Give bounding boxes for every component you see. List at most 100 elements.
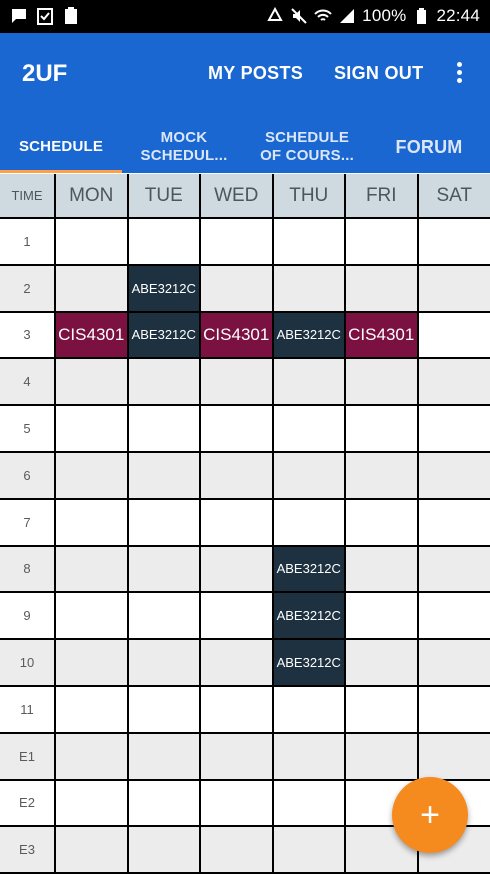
period-label: E2 [0,780,56,828]
empty-slot[interactable] [128,219,201,266]
empty-slot[interactable] [128,733,201,781]
empty-slot[interactable] [346,453,419,500]
empty-slot[interactable] [418,593,490,641]
period-label: 10 [0,640,56,687]
period-label: 1 [0,219,56,266]
course-block[interactable]: ABE3212C [128,312,201,360]
empty-slot[interactable] [273,780,346,828]
course-block[interactable]: CIS4301 [201,312,274,360]
empty-slot[interactable] [201,733,274,781]
empty-slot[interactable] [418,453,490,500]
empty-slot[interactable] [273,265,346,313]
empty-slot[interactable] [346,406,419,453]
empty-slot[interactable] [56,265,129,313]
empty-slot[interactable] [273,406,346,453]
empty-slot[interactable] [128,453,201,500]
empty-slot[interactable] [201,780,274,828]
empty-slot[interactable] [56,453,129,500]
empty-slot[interactable] [56,359,129,407]
header-fri: FRI [346,174,419,219]
empty-slot[interactable] [418,687,490,734]
empty-slot[interactable] [418,265,490,313]
tab-mock-schedule[interactable]: MOCK SCHEDUL... [122,121,246,173]
my-posts-button[interactable]: MY POSTS [208,63,303,84]
empty-slot[interactable] [418,546,490,594]
empty-slot[interactable] [273,219,346,266]
empty-slot[interactable] [273,359,346,407]
period-label: 2 [0,265,56,313]
empty-slot[interactable] [346,359,419,407]
tab-schedule[interactable]: SCHEDULE [0,121,122,173]
empty-slot[interactable] [56,219,129,266]
empty-slot[interactable] [56,593,129,641]
empty-slot[interactable] [346,265,419,313]
overflow-menu-icon[interactable] [449,59,469,89]
tab-label: SCHEDULE [18,138,104,155]
empty-slot[interactable] [201,687,274,734]
empty-slot[interactable] [418,312,490,360]
empty-slot[interactable] [346,593,419,641]
empty-slot[interactable] [346,546,419,594]
empty-slot[interactable] [201,499,274,547]
course-block[interactable]: ABE3212C [128,265,201,313]
empty-slot[interactable] [273,733,346,781]
tab-schedule-of-courses[interactable]: SCHEDULE OF COURS... [246,121,368,173]
empty-slot[interactable] [418,359,490,407]
empty-slot[interactable] [346,687,419,734]
empty-slot[interactable] [346,219,419,266]
tab-forum[interactable]: FORUM [368,121,490,173]
empty-slot[interactable] [128,640,201,687]
header-sat: SAT [418,174,490,219]
empty-slot[interactable] [346,640,419,687]
empty-slot[interactable] [273,499,346,547]
empty-slot[interactable] [346,733,419,781]
course-block[interactable]: ABE3212C [273,593,346,641]
empty-slot[interactable] [128,827,201,875]
add-button[interactable]: + [392,777,468,853]
empty-slot[interactable] [128,593,201,641]
course-block[interactable]: ABE3212C [273,312,346,360]
empty-slot[interactable] [201,546,274,594]
battery-icon [417,8,427,24]
sign-out-button[interactable]: SIGN OUT [334,63,423,84]
empty-slot[interactable] [56,733,129,781]
empty-slot[interactable] [273,687,346,734]
empty-slot[interactable] [128,406,201,453]
course-block[interactable]: CIS4301 [56,312,129,360]
empty-slot[interactable] [418,499,490,547]
empty-slot[interactable] [273,453,346,500]
empty-slot[interactable] [128,780,201,828]
empty-slot[interactable] [418,733,490,781]
app-title: 2UF [22,60,68,87]
course-block[interactable]: ABE3212C [273,546,346,594]
empty-slot[interactable] [201,219,274,266]
empty-slot[interactable] [128,499,201,547]
empty-slot[interactable] [56,546,129,594]
empty-slot[interactable] [56,499,129,547]
empty-slot[interactable] [201,593,274,641]
empty-slot[interactable] [128,359,201,407]
empty-slot[interactable] [128,687,201,734]
empty-slot[interactable] [273,827,346,875]
period-label: 7 [0,499,56,547]
schedule-row: 10 ABE3212C [0,640,490,687]
empty-slot[interactable] [56,406,129,453]
empty-slot[interactable] [346,499,419,547]
empty-slot[interactable] [56,640,129,687]
empty-slot[interactable] [201,827,274,875]
empty-slot[interactable] [128,546,201,594]
empty-slot[interactable] [418,406,490,453]
clipboard-check-icon [37,8,53,25]
course-block[interactable]: ABE3212C [273,640,346,687]
empty-slot[interactable] [201,265,274,313]
course-block[interactable]: CIS4301 [346,312,419,360]
empty-slot[interactable] [418,219,490,266]
empty-slot[interactable] [201,453,274,500]
empty-slot[interactable] [418,640,490,687]
empty-slot[interactable] [56,827,129,875]
empty-slot[interactable] [201,359,274,407]
empty-slot[interactable] [56,780,129,828]
empty-slot[interactable] [201,406,274,453]
empty-slot[interactable] [56,687,129,734]
empty-slot[interactable] [201,640,274,687]
